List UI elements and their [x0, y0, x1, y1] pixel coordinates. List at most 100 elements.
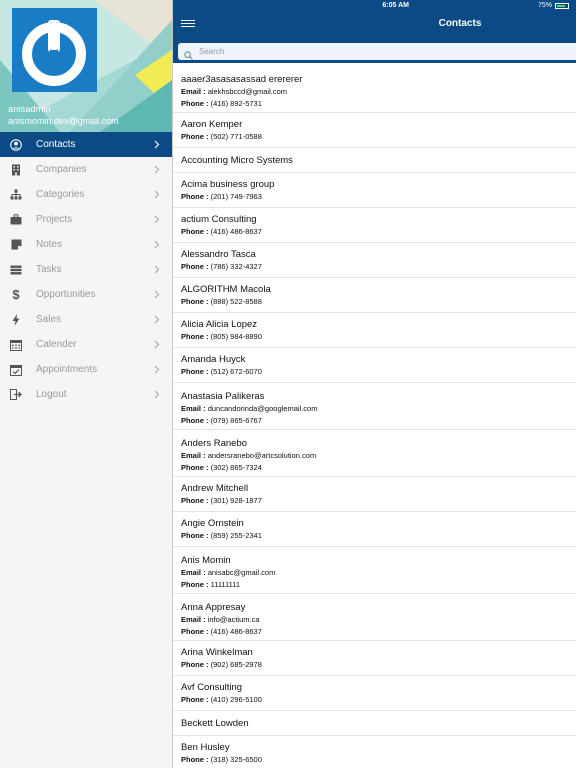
contact-phone-value: (416) 486-8637	[210, 626, 262, 636]
contact-name: Anders Ranebo	[181, 437, 248, 449]
contact-row[interactable]: Anis Momin Email : anisabc@gmail.com Phone…	[173, 547, 576, 594]
battery-percent: 75%	[537, 2, 552, 9]
user-email: anismomin.dev@gmail.com	[8, 116, 119, 126]
menu-item-label: Contacts	[36, 139, 76, 150]
user-circle-icon	[9, 138, 23, 152]
menu-item-companies[interactable]: Companies	[0, 157, 172, 182]
briefcase-icon	[9, 213, 23, 227]
contact-phone-label: Phone :	[181, 191, 209, 201]
contact-email-value: andersranebo@artcsolution.com	[207, 450, 317, 460]
contact-row[interactable]: Beckett Lowden	[173, 711, 576, 736]
contact-name: Avf Consulting	[181, 681, 243, 693]
contact-row[interactable]: Avf Consulting Phone : (410) 296-5100	[173, 676, 576, 711]
app-window: anisadmin anismomin.dev@gmail.com Contac…	[0, 0, 576, 768]
contact-name: Acima business group	[181, 178, 275, 190]
contact-phone: Phone : (301) 928-1877	[181, 495, 576, 507]
menu-item-calender[interactable]: Calender	[0, 332, 172, 357]
contact-row[interactable]: Andrew Mitchell Phone : (301) 928-1877	[173, 477, 576, 512]
contact-name: Angie Ornstein	[181, 517, 244, 529]
chevron-right-icon	[150, 213, 164, 227]
contact-row[interactable]: Anastasia Palikeras Email : duncandorinda…	[173, 383, 576, 430]
contact-email-label: Email :	[181, 614, 206, 624]
menu-item-label: Calender	[36, 339, 77, 350]
contact-row[interactable]: Alessandro Tasca Phone : (786) 332-4327	[173, 243, 576, 278]
contact-row[interactable]: aaaer3asasasassad erererer Email : alekhs…	[173, 66, 576, 113]
contact-phone-label: Phone :	[181, 530, 209, 540]
contact-phone: Phone : (416) 486-8637	[181, 626, 576, 638]
menu-item-appointments[interactable]: Appointments	[0, 357, 172, 382]
contact-row[interactable]: Accounting Micro Systems	[173, 148, 576, 173]
contact-email-value: info@actium.ca	[207, 614, 260, 624]
contact-phone-label: Phone :	[181, 659, 209, 669]
menu-item-tasks[interactable]: Tasks	[0, 257, 172, 282]
contact-row[interactable]: Aaron Kemper Phone : (502) 771-0588	[173, 113, 576, 148]
user-name: anisadmin	[8, 104, 51, 114]
contact-phone-value: (888) 522-8588	[210, 296, 262, 306]
menu-item-logout[interactable]: Logout	[0, 382, 172, 407]
menu-item-sales[interactable]: Sales	[0, 307, 172, 332]
contact-row[interactable]: Anders Ranebo Email : andersranebo@artcso…	[173, 430, 576, 477]
contact-phone-value: (079) 865-6767	[210, 415, 262, 425]
hierarchy-icon	[9, 188, 23, 202]
contact-row[interactable]: Arina Winkelman Phone : (902) 685-2978	[173, 641, 576, 676]
contact-phone-label: Phone :	[181, 366, 209, 376]
contact-name: Anastasia Palikeras	[181, 390, 265, 402]
menu-item-label: Categories	[36, 189, 85, 200]
chevron-right-icon	[150, 163, 164, 177]
contact-phone: Phone : (302) 865-7324	[181, 462, 576, 474]
side-menu: anisadmin anismomin.dev@gmail.com Contac…	[0, 0, 172, 768]
contact-phone: Phone : (859) 255-2341	[181, 530, 576, 542]
menu-item-categories[interactable]: Categories	[0, 182, 172, 207]
battery-icon	[555, 2, 569, 9]
menu-item-label: Projects	[36, 214, 73, 225]
contact-phone-label: Phone :	[181, 495, 209, 505]
contact-phone: Phone : (786) 332-4327	[181, 261, 576, 273]
contact-phone-label: Phone :	[181, 579, 209, 589]
menu-item-contacts[interactable]: Contacts	[0, 132, 172, 157]
contact-name: Anis Momin	[181, 554, 231, 566]
menu-item-projects[interactable]: Projects	[0, 207, 172, 232]
contact-phone-label: Phone :	[181, 694, 209, 704]
nav-bar: Contacts	[173, 12, 576, 42]
contact-row[interactable]: Amanda Huyck Phone : (512) 672-6070	[173, 348, 576, 383]
contact-phone-label: Phone :	[181, 261, 209, 271]
contact-email-label: Email :	[181, 403, 206, 413]
menu-item-notes[interactable]: Notes	[0, 232, 172, 257]
contact-phone-label: Phone :	[181, 415, 209, 425]
contact-row[interactable]: Anna Appresay Email : info@actium.ca Phone…	[173, 594, 576, 641]
contact-phone-label: Phone :	[181, 131, 209, 141]
chevron-right-icon	[150, 263, 164, 277]
contact-phone: Phone : (502) 771-0588	[181, 131, 576, 143]
contact-email-label: Email :	[181, 450, 206, 460]
search-box[interactable]	[178, 43, 576, 60]
search-input[interactable]	[199, 47, 499, 56]
contact-name: aaaer3asasasassad erererer	[181, 73, 303, 85]
contact-phone: Phone : (079) 865-6767	[181, 415, 576, 427]
contact-row[interactable]: Ben Husley Phone : (318) 325-6500	[173, 736, 576, 768]
contact-phone: Phone : (318) 325-6500	[181, 754, 576, 766]
contact-email: Email : andersranebo@artcsolution.com	[181, 450, 576, 462]
contact-row[interactable]: Angie Ornstein Phone : (859) 255-2341	[173, 512, 576, 547]
contact-phone-value: (301) 928-1877	[210, 495, 262, 505]
contact-email-value: alekhsbccd@gmail.com	[207, 86, 287, 96]
menu-item-opportunities[interactable]: $ Opportunities	[0, 282, 172, 307]
contact-phone-value: (416) 892-5731	[210, 98, 262, 108]
contact-row[interactable]: Alicia Alicia Lopez Phone : (805) 984-889…	[173, 313, 576, 348]
menu-item-label: Companies	[36, 164, 87, 175]
contact-email-value: duncandorinda@googlemail.com	[207, 403, 318, 413]
contact-name: Beckett Lowden	[181, 717, 249, 729]
contact-row[interactable]: Acima business group Phone : (201) 749-79…	[173, 173, 576, 208]
contact-phone-value: (786) 332-4327	[210, 261, 262, 271]
contact-phone: Phone : (512) 672-6070	[181, 366, 576, 378]
tasks-icon	[9, 263, 23, 277]
contact-row[interactable]: ALGORITHM Macola Phone : (888) 522-8588	[173, 278, 576, 313]
contact-phone-value: (502) 771-0588	[210, 131, 262, 141]
contact-name: Aaron Kemper	[181, 118, 243, 130]
status-bar: 6:05 AM 75%	[173, 0, 576, 12]
status-time: 6:05 AM	[382, 2, 409, 9]
contact-phone-label: Phone :	[181, 296, 209, 306]
contact-phone: Phone : (201) 749-7963	[181, 191, 576, 203]
contact-email: Email : info@actium.ca	[181, 614, 576, 626]
contact-email: Email : alekhsbccd@gmail.com	[181, 86, 576, 98]
contact-row[interactable]: actium Consulting Phone : (416) 486-8637	[173, 208, 576, 243]
